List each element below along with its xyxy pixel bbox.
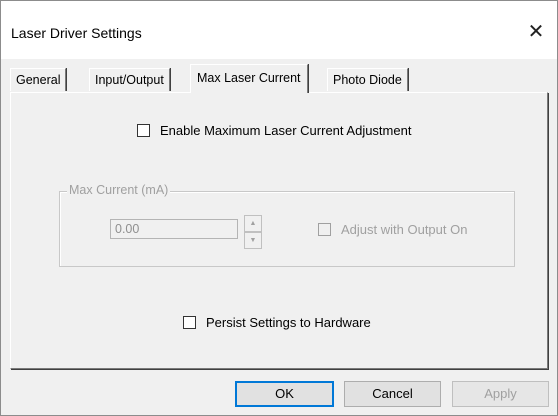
enable-max-current-checkbox[interactable]: Enable Maximum Laser Current Adjustment — [137, 123, 411, 138]
max-current-input[interactable] — [110, 219, 238, 239]
title-bar: Laser Driver Settings ✕ — [1, 1, 557, 59]
spin-up-arrow-icon[interactable]: ▲ — [244, 215, 262, 232]
max-current-spinner[interactable]: ▲ ▼ — [244, 215, 262, 249]
persist-settings-checkbox[interactable]: Persist Settings to Hardware — [183, 315, 371, 330]
tab-photo-diode[interactable]: Photo Diode — [327, 68, 408, 91]
checkbox-box[interactable] — [137, 124, 150, 137]
persist-settings-label: Persist Settings to Hardware — [206, 315, 371, 330]
adjust-with-output-on-label: Adjust with Output On — [341, 222, 468, 237]
tab-input-output[interactable]: Input/Output — [89, 68, 170, 91]
ok-button[interactable]: OK — [235, 381, 334, 407]
apply-button[interactable]: Apply — [452, 381, 549, 407]
checkbox-box[interactable] — [183, 316, 196, 329]
window-title: Laser Driver Settings — [11, 25, 142, 41]
cancel-button[interactable]: Cancel — [344, 381, 441, 407]
tab-max-laser-current[interactable]: Max Laser Current — [190, 64, 308, 93]
adjust-with-output-on-checkbox[interactable]: Adjust with Output On — [318, 222, 467, 237]
max-current-group: Max Current (mA) ▲ ▼ Adjust with Output … — [59, 183, 515, 267]
dialog-window: Laser Driver Settings ✕ General Input/Ou… — [0, 0, 558, 416]
close-icon[interactable]: ✕ — [521, 19, 551, 45]
enable-max-current-label: Enable Maximum Laser Current Adjustment — [160, 123, 412, 138]
tab-general[interactable]: General — [10, 68, 67, 91]
spin-down-arrow-icon[interactable]: ▼ — [244, 232, 262, 249]
tab-panel-max-laser-current: Enable Maximum Laser Current Adjustment … — [10, 92, 548, 369]
checkbox-box[interactable] — [318, 223, 331, 236]
max-current-group-legend: Max Current (mA) — [67, 183, 171, 197]
